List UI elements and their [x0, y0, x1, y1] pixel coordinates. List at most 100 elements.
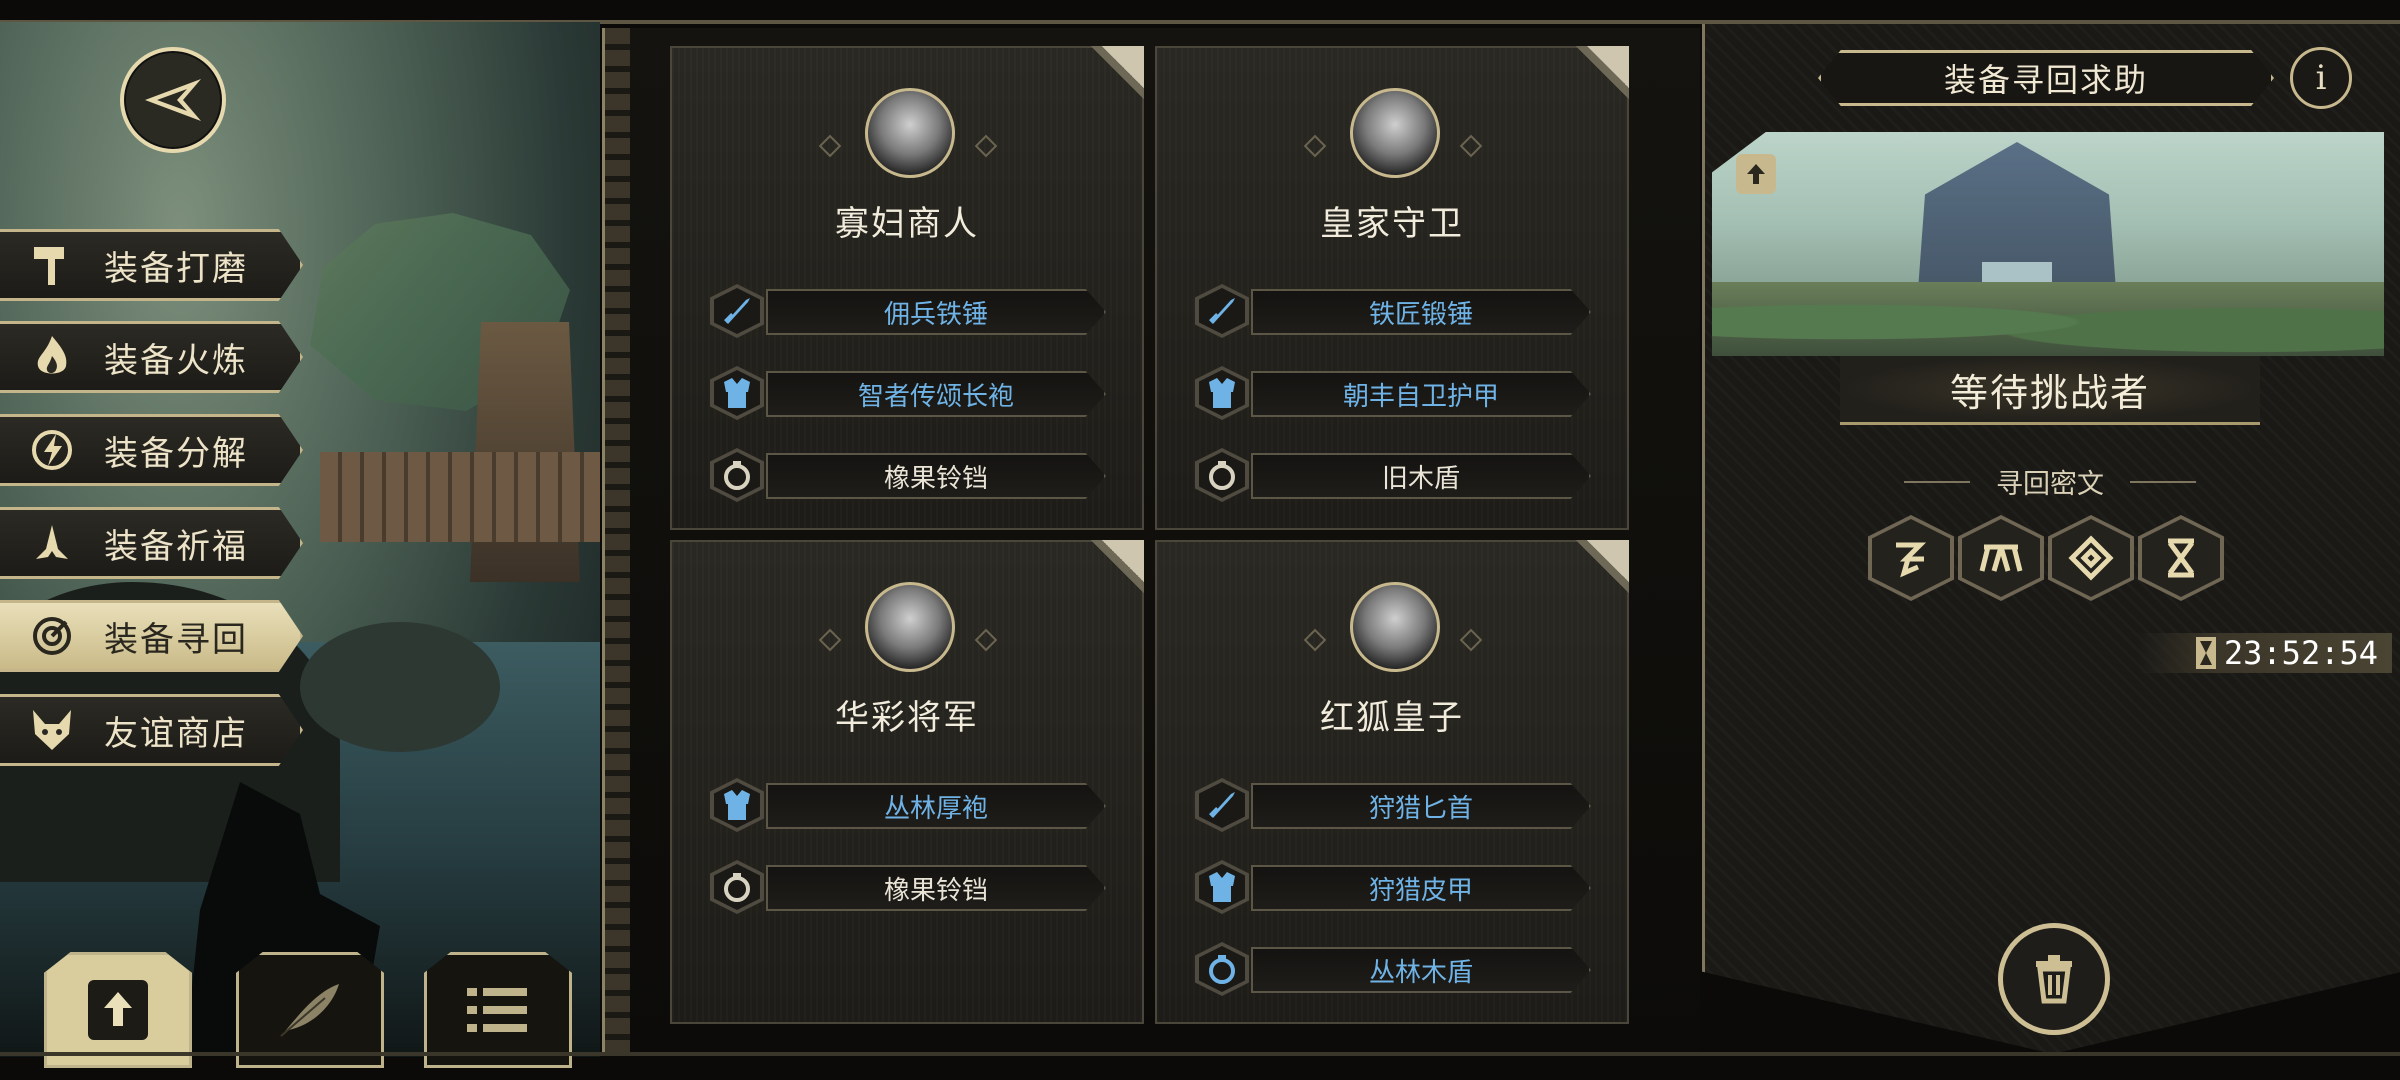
npc-name: 寡妇商人 — [835, 204, 979, 244]
page-corner — [1074, 540, 1144, 610]
equipment-name: 铁匠锻锤 — [1251, 289, 1591, 335]
upload-tab-button[interactable] — [44, 952, 192, 1068]
equipment-row[interactable]: 智者传颂长袍 — [710, 366, 1106, 420]
armor-icon — [1209, 378, 1235, 408]
equipment-name: 朝丰自卫护甲 — [1251, 371, 1591, 417]
sword-icon — [724, 298, 750, 324]
menu-label: 装备火炼 — [104, 340, 248, 381]
ornament — [1303, 134, 1327, 158]
hourglass-icon — [2195, 637, 2216, 669]
back-arrow-icon — [145, 79, 201, 121]
npc-card[interactable]: 皇家守卫 铁匠锻锤 朝丰自卫护甲 旧木盾 — [1155, 46, 1629, 530]
equipment-name: 橡果铃铛 — [766, 865, 1106, 911]
npc-name: 红狐皇子 — [1320, 698, 1464, 738]
npc-name: 华彩将军 — [835, 698, 979, 738]
page-corner — [1074, 46, 1144, 116]
menu-label: 装备祈福 — [104, 526, 248, 567]
menu-item-retrieve[interactable]: 装备寻回 — [0, 600, 303, 672]
retrieve-icon — [22, 614, 82, 658]
equipment-row[interactable]: 朝丰自卫护甲 — [1195, 366, 1591, 420]
location-banner — [1712, 132, 2384, 356]
ring-icon — [724, 873, 750, 902]
feather-tab-button[interactable] — [236, 952, 384, 1068]
menu-label: 友谊商店 — [104, 713, 248, 754]
equipment-name: 狩猎匕首 — [1251, 783, 1591, 829]
menu-item-polish[interactable]: 装备打磨 — [0, 229, 303, 301]
list-tab-button[interactable] — [424, 952, 572, 1068]
npc-portrait — [1350, 582, 1440, 672]
equipment-row[interactable]: 狩猎皮甲 — [1195, 860, 1591, 914]
equipment-row[interactable]: 铁匠锻锤 — [1195, 284, 1591, 338]
fox-icon — [22, 708, 82, 752]
equipment-name: 佣兵铁锤 — [766, 289, 1106, 335]
ornament — [1459, 628, 1483, 652]
npc-card[interactable]: 红狐皇子 狩猎匕首 狩猎皮甲 丛林木盾 — [1155, 540, 1629, 1024]
share-button[interactable] — [1736, 154, 1776, 194]
rune-1-icon — [1896, 542, 1927, 578]
equipment-name: 旧木盾 — [1251, 453, 1591, 499]
sword-icon — [1209, 792, 1235, 818]
upload-icon — [1747, 164, 1765, 184]
ornament — [818, 628, 842, 652]
upload-icon — [88, 980, 148, 1040]
timer-text: 23:52:54 — [2223, 634, 2378, 672]
pray-icon — [22, 521, 82, 565]
equipment-row[interactable]: 丛林厚袍 — [710, 778, 1106, 832]
feather-icon — [280, 984, 339, 1037]
recycle-button[interactable] — [1998, 923, 2110, 1035]
bottom-border — [0, 1052, 2400, 1056]
decompose-icon — [22, 428, 82, 472]
runes-label: 寻回密文 — [1996, 469, 2104, 500]
equipment-row[interactable]: 狩猎匕首 — [1195, 778, 1591, 832]
npc-name: 皇家守卫 — [1320, 204, 1464, 244]
menu-item-shop[interactable]: 友谊商店 — [0, 694, 303, 766]
equipment-name: 丛林厚袍 — [766, 783, 1106, 829]
page-corner — [1559, 540, 1629, 610]
npc-card[interactable]: 华彩将军 丛林厚袍 橡果铃铛 — [670, 540, 1144, 1024]
rune-3-icon — [2068, 535, 2114, 581]
equipment-row[interactable]: 橡果铃铛 — [710, 448, 1106, 502]
npc-card[interactable]: 寡妇商人 佣兵铁锤 智者传颂长袍 橡果铃铛 — [670, 46, 1144, 530]
armor-icon — [724, 790, 750, 820]
npc-portrait — [865, 88, 955, 178]
back-button[interactable] — [120, 47, 226, 153]
menu-item-fire[interactable]: 装备火炼 — [0, 321, 303, 393]
ornament — [1459, 134, 1483, 158]
equipment-row[interactable]: 橡果铃铛 — [710, 860, 1106, 914]
status-label: 等待挑战者 — [1840, 356, 2260, 425]
equipment-row[interactable]: 佣兵铁锤 — [710, 284, 1106, 338]
equipment-name: 智者传颂长袍 — [766, 371, 1106, 417]
hammer-icon — [22, 243, 82, 287]
info-button[interactable]: i — [2290, 47, 2352, 109]
ornament — [974, 134, 998, 158]
ornament — [818, 134, 842, 158]
npc-portrait — [1350, 88, 1440, 178]
ornament — [974, 628, 998, 652]
trash-icon — [2036, 955, 2072, 1004]
armor-icon — [1209, 872, 1235, 902]
menu-item-decompose[interactable]: 装备分解 — [0, 414, 303, 486]
sword-icon — [1209, 298, 1235, 324]
ring-icon — [1209, 955, 1235, 984]
menu-label: 装备打磨 — [104, 248, 248, 289]
page-corner — [1559, 46, 1629, 116]
equipment-name: 狩猎皮甲 — [1251, 865, 1591, 911]
ring-icon — [724, 461, 750, 490]
panel-title: 装备寻回求助 — [1818, 50, 2274, 106]
equipment-name: 橡果铃铛 — [766, 453, 1106, 499]
armor-icon — [724, 378, 750, 408]
flame-icon — [22, 334, 82, 380]
rune-2-icon — [1979, 544, 2023, 572]
recovery-card-grid: 寡妇商人 佣兵铁锤 智者传颂长袍 橡果铃铛 皇家守卫 铁匠锻锤 朝丰自卫护甲 旧… — [630, 28, 1700, 1053]
menu-item-pray[interactable]: 装备祈福 — [0, 507, 303, 579]
equipment-row[interactable]: 旧木盾 — [1195, 448, 1591, 502]
npc-portrait — [865, 582, 955, 672]
equipment-row[interactable]: 丛林木盾 — [1195, 942, 1591, 996]
ring-icon — [1209, 461, 1235, 490]
menu-label: 装备寻回 — [104, 619, 248, 660]
menu-label: 装备分解 — [104, 433, 248, 474]
equipment-name: 丛林木盾 — [1251, 947, 1591, 993]
rune-4-icon — [2167, 538, 2195, 578]
countdown-timer: 23:52:54 — [2138, 633, 2392, 673]
ornament — [1303, 628, 1327, 652]
